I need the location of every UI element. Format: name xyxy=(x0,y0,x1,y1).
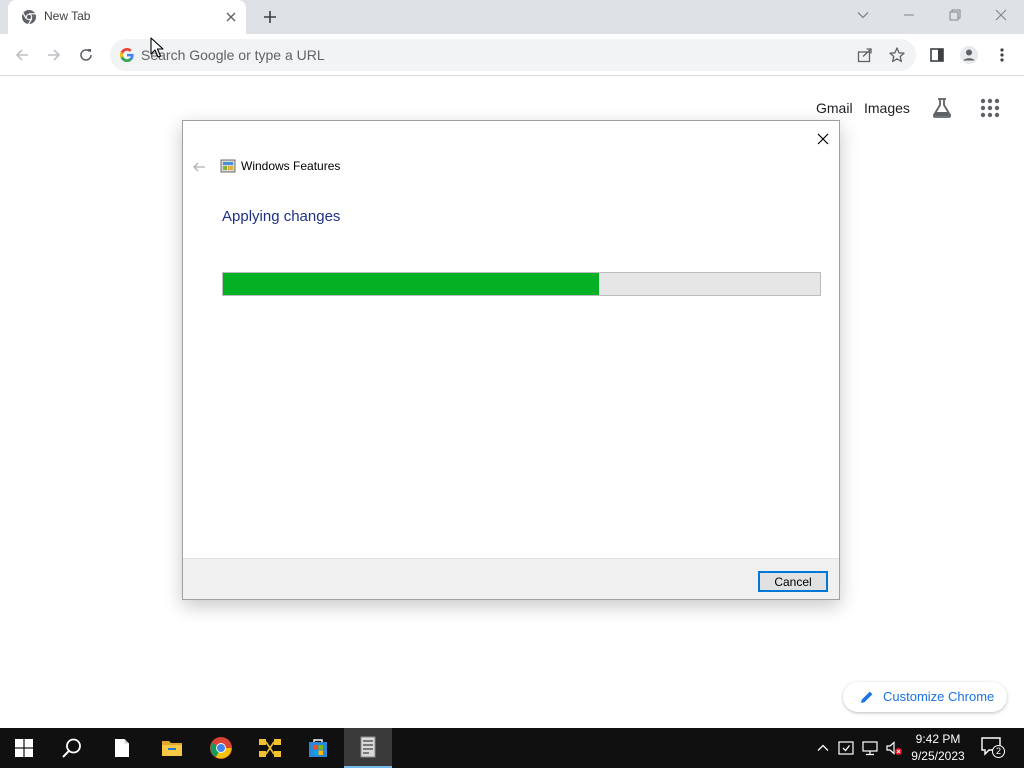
tab-new-tab[interactable]: New Tab xyxy=(8,0,246,34)
back-arrow-icon[interactable] xyxy=(191,159,207,175)
dialog-title: Windows Features xyxy=(241,159,341,173)
chevron-down-icon xyxy=(857,12,869,19)
minimize-icon xyxy=(904,14,914,16)
pencil-icon xyxy=(861,691,873,703)
store-icon xyxy=(309,739,327,757)
tab-title: New Tab xyxy=(44,9,91,23)
taskbar-clock[interactable]: 9:42 PM 9/25/2023 xyxy=(904,731,972,765)
tab-search-button[interactable] xyxy=(840,0,886,30)
dialog-footer: Cancel xyxy=(183,558,839,599)
omnibox[interactable] xyxy=(110,39,916,71)
restore-button[interactable] xyxy=(932,0,978,30)
tray-network-icon[interactable] xyxy=(861,739,879,757)
file-explorer-icon xyxy=(162,741,182,756)
mouse-cursor-icon xyxy=(150,37,164,58)
clock-time: 9:42 PM xyxy=(915,732,961,746)
chrome-icon xyxy=(22,10,36,25)
customize-chrome-label: Customize Chrome xyxy=(883,689,995,704)
windows-features-icon xyxy=(220,159,236,173)
notification-center-button[interactable]: 2 xyxy=(980,736,1006,760)
file-icon xyxy=(115,739,129,757)
share-icon[interactable] xyxy=(856,46,874,64)
network-icon xyxy=(259,739,281,757)
shield-icon xyxy=(838,741,854,755)
address-input[interactable] xyxy=(141,39,821,71)
network-icon xyxy=(862,741,878,756)
volume-muted-icon xyxy=(886,741,902,755)
chrome-icon xyxy=(210,737,232,759)
side-panel-icon xyxy=(930,48,944,62)
clock-date: 9/25/2023 xyxy=(911,749,965,763)
back-button[interactable] xyxy=(9,42,35,68)
progress-bar xyxy=(222,272,821,296)
windows-start-icon xyxy=(15,739,33,757)
windows-features-dialog: Windows Features Applying changes Cancel xyxy=(182,120,840,600)
cancel-button[interactable]: Cancel xyxy=(758,571,828,592)
images-link[interactable]: Images xyxy=(864,100,910,116)
tab-strip: New Tab xyxy=(0,0,1024,34)
side-panel-button[interactable] xyxy=(924,42,950,68)
taskbar-chrome[interactable] xyxy=(197,728,245,768)
restore-icon xyxy=(949,9,961,21)
dialog-close-button[interactable] xyxy=(813,129,833,149)
tray-volume-icon[interactable] xyxy=(885,739,903,757)
start-button[interactable] xyxy=(0,728,48,768)
customize-chrome-button[interactable]: Customize Chrome xyxy=(843,682,1007,712)
profile-icon xyxy=(960,46,978,64)
back-arrow-icon xyxy=(15,49,28,61)
tray-chevron-icon xyxy=(817,744,829,751)
dialog-heading: Applying changes xyxy=(222,208,341,225)
gmail-link[interactable]: Gmail xyxy=(816,100,853,116)
close-icon xyxy=(817,133,829,145)
labs-flask-icon[interactable] xyxy=(930,96,954,120)
reload-icon xyxy=(80,49,92,61)
close-icon[interactable] xyxy=(222,8,240,26)
progress-fill xyxy=(223,273,600,295)
notification-count-badge: 2 xyxy=(992,745,1005,758)
taskbar-search-button[interactable] xyxy=(48,728,96,768)
forward-button[interactable] xyxy=(41,42,67,68)
taskbar-file-explorer[interactable] xyxy=(148,728,196,768)
windows-features-icon xyxy=(360,736,376,758)
search-icon xyxy=(62,738,81,758)
tray-overflow-button[interactable] xyxy=(814,739,832,757)
taskbar-windows-features[interactable] xyxy=(344,728,392,768)
taskbar: 9:42 PM 9/25/2023 2 xyxy=(0,728,1024,768)
plus-icon[interactable] xyxy=(258,5,282,29)
reload-button[interactable] xyxy=(73,42,99,68)
taskbar-file-app[interactable] xyxy=(98,728,146,768)
taskbar-store[interactable] xyxy=(294,728,342,768)
kebab-menu-icon xyxy=(1000,48,1004,62)
close-icon xyxy=(995,9,1007,21)
minimize-button[interactable] xyxy=(886,0,932,30)
screen: New Tab Search Google or type a URL Gmai… xyxy=(0,0,1024,768)
tray-security-icon[interactable] xyxy=(837,739,855,757)
profile-button[interactable] xyxy=(956,42,982,68)
chrome-menu-button[interactable] xyxy=(989,42,1015,68)
apps-grid-icon[interactable] xyxy=(978,96,1002,120)
forward-arrow-icon xyxy=(48,49,61,61)
star-icon[interactable] xyxy=(888,46,906,64)
taskbar-network-app[interactable] xyxy=(246,728,294,768)
window-close-button[interactable] xyxy=(978,0,1024,30)
google-g-icon xyxy=(120,48,134,62)
